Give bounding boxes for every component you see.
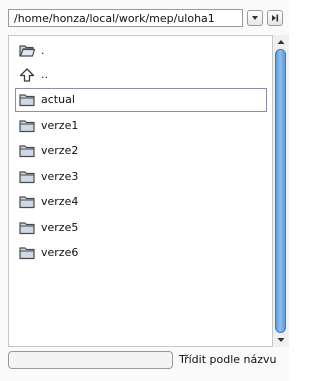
list-item-verze1[interactable]: verze1 xyxy=(15,114,267,138)
scrollbar-thumb[interactable] xyxy=(275,49,286,333)
file-browser-panel: /home/honza/local/work/mep/uloha1 . .. a… xyxy=(0,0,289,381)
list-item-actual[interactable]: actual xyxy=(15,88,267,112)
folder-icon xyxy=(19,247,35,260)
list-item-label: actual xyxy=(41,93,75,106)
arrow-down-icon xyxy=(277,338,285,342)
list-item-verze5[interactable]: verze5 xyxy=(15,216,267,240)
folder-icon xyxy=(19,171,35,184)
list-item-label: verze3 xyxy=(41,170,79,183)
list-item-label: verze5 xyxy=(41,221,79,234)
up-arrow-icon xyxy=(19,68,35,82)
sort-by-name-label[interactable]: Třídit podle názvu xyxy=(175,351,289,369)
path-history-dropdown-button[interactable] xyxy=(247,10,263,26)
vertical-scrollbar[interactable] xyxy=(273,35,289,347)
folder-icon xyxy=(19,120,35,133)
open-folder-icon xyxy=(19,45,35,57)
list-item-label: verze4 xyxy=(41,195,79,208)
folder-icon xyxy=(19,94,35,107)
folder-icon xyxy=(19,145,35,158)
folder-icon xyxy=(19,222,35,235)
status-bar: Třídit podle názvu xyxy=(0,350,289,381)
list-item-label: verze2 xyxy=(41,144,79,157)
scroll-down-button[interactable] xyxy=(274,334,288,346)
list-item-verze4[interactable]: verze4 xyxy=(15,190,267,214)
list-item-label: verze1 xyxy=(41,119,79,132)
list-item-label: verze6 xyxy=(41,246,79,259)
go-to-path-button[interactable] xyxy=(267,10,283,26)
list-item-label: .. xyxy=(41,68,48,81)
arrow-up-icon xyxy=(277,40,285,44)
list-item-verze3[interactable]: verze3 xyxy=(15,165,267,189)
list-item-verze6[interactable]: verze6 xyxy=(15,241,267,265)
chevron-down-icon xyxy=(252,16,258,20)
folder-icon xyxy=(19,196,35,209)
path-bar: /home/honza/local/work/mep/uloha1 xyxy=(8,9,283,29)
file-list-body: . .. actual verze1 verze2 verze3 verze4 … xyxy=(9,36,272,346)
list-item-verze2[interactable]: verze2 xyxy=(15,139,267,163)
file-list[interactable]: . .. actual verze1 verze2 verze3 verze4 … xyxy=(8,35,273,347)
path-input[interactable]: /home/honza/local/work/mep/uloha1 xyxy=(8,9,243,27)
list-item-parent-dir[interactable]: .. xyxy=(15,63,267,87)
list-item-label: . xyxy=(41,44,45,57)
go-to-end-icon xyxy=(272,14,279,22)
scroll-up-button[interactable] xyxy=(274,36,288,48)
list-item-current-dir[interactable]: . xyxy=(15,39,267,63)
filter-field[interactable] xyxy=(8,351,173,369)
